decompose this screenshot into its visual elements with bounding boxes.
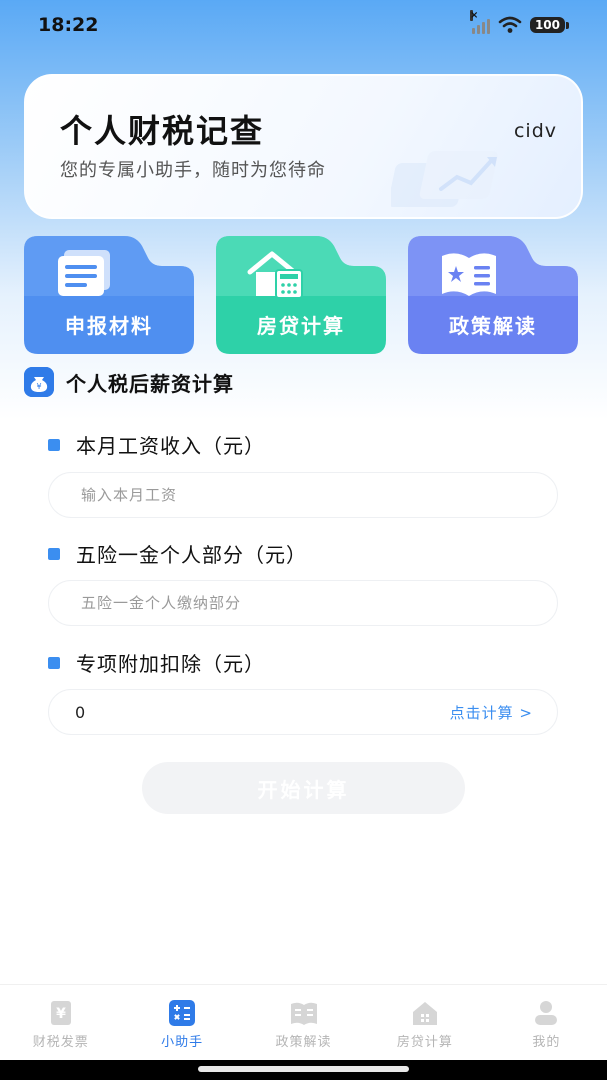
start-calculation-button[interactable]: 开始计算 [142,762,465,814]
svg-text:¥: ¥ [56,1006,66,1022]
category-grid: 申报材料 房贷计算 政策解读 [24,236,583,354]
battery-icon: 100 [529,17,570,33]
calculator-icon [169,1000,196,1026]
book-icon [290,1002,317,1025]
house-calculator-icon [247,251,303,299]
bullet-icon [48,547,60,560]
tab-profile[interactable]: 我的 [486,985,607,1060]
tab-policy[interactable]: 政策解读 [243,985,364,1060]
category-label: 房贷计算 [257,314,345,338]
deduction-calculate-link[interactable]: 点击计算 > [450,702,533,723]
tab-tax-invoice[interactable]: ¥ 财税发票 [0,985,121,1060]
app-subtitle: 您的专属小助手，随时为您待命 [60,160,326,181]
section-title: 个人税后薪资计算 [66,371,234,396]
status-bar: 18:22 × 100 [0,0,607,54]
username: cidv [513,120,557,142]
insurance-field-label: 五险一金个人部分（元） [48,539,307,568]
house-icon [412,1002,437,1025]
tab-label: 房贷计算 [396,1035,453,1050]
bullet-icon [48,438,60,451]
deduction-label-text: 专项附加扣除（元） [76,652,265,676]
tab-assistant[interactable]: 小助手 [121,985,242,1060]
salary-field-label: 本月工资收入（元） [48,430,265,459]
wifi-icon [498,16,522,33]
bottom-tab-bar: ¥ 财税发票 小助手 政策解读 房贷计算 我的 [0,984,607,1060]
tab-mortgage[interactable]: 房贷计算 [364,985,485,1060]
category-label: 政策解读 [449,314,537,338]
profile-icon [535,1001,558,1025]
app-title: 个人财税记查 [60,112,265,150]
deduction-value: 0 [75,702,86,722]
policy-book-icon [442,253,496,296]
status-time: 18:22 [38,14,99,36]
salary-label-text: 本月工资收入（元） [76,434,265,458]
home-indicator[interactable] [198,1066,409,1072]
status-icons: × 100 [469,10,570,34]
tab-label: 财税发票 [32,1035,89,1050]
insurance-input-box [48,580,558,626]
salary-input[interactable] [81,486,533,504]
chart-illustration-icon [391,151,498,207]
salary-bag-icon: ¥ [24,367,54,397]
svg-text:¥: ¥ [36,382,41,391]
insurance-label-text: 五险一金个人部分（元） [76,543,307,567]
category-policy-interpretation[interactable]: 政策解读 [408,236,578,354]
section-header: ¥ 个人税后薪资计算 [24,366,234,398]
deduction-field-label: 专项附加扣除（元） [48,648,265,677]
hero-card: 个人财税记查 您的专属小助手，随时为您待命 cidv [24,74,583,219]
category-mortgage-calculator[interactable]: 房贷计算 [216,236,386,354]
tab-label: 政策解读 [275,1035,332,1050]
bullet-icon [48,656,60,669]
cellular-signal-icon: × [469,10,490,34]
tab-label: 小助手 [161,1035,204,1050]
category-declaration-materials[interactable]: 申报材料 [24,236,194,354]
invoice-icon: ¥ [50,1001,71,1025]
salary-input-box [48,472,558,518]
category-label: 申报材料 [65,314,153,338]
deduction-field[interactable]: 0 点击计算 > [48,689,558,735]
insurance-input[interactable] [81,594,533,612]
tab-label: 我的 [532,1035,561,1050]
documents-icon [58,250,110,296]
